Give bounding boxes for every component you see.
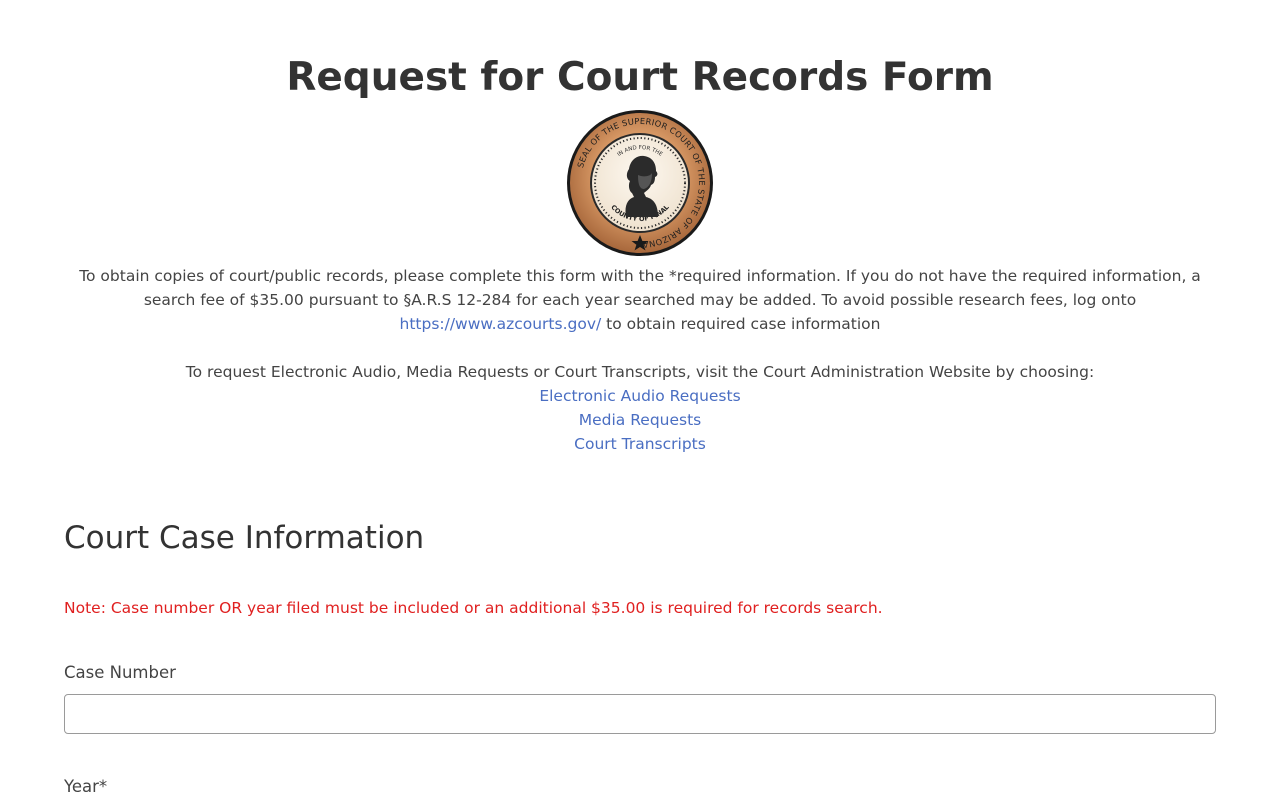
search-fee-note: Note: Case number OR year filed must be …	[64, 599, 883, 617]
intro-paragraph: To obtain copies of court/public records…	[64, 264, 1216, 336]
case-number-label: Case Number	[64, 663, 176, 682]
page-title: Request for Court Records Form	[286, 55, 994, 100]
media-requests-link[interactable]: Media Requests	[579, 411, 702, 429]
azcourts-link[interactable]: https://www.azcourts.gov/	[400, 315, 602, 333]
section-title-court-case-information: Court Case Information	[64, 520, 425, 556]
court-seal-icon: SEAL OF THE SUPERIOR COURT OF THE STATE …	[567, 110, 713, 256]
intro-text-part1: To obtain copies of court/public records…	[79, 267, 1201, 309]
electronic-audio-requests-link[interactable]: Electronic Audio Requests	[539, 387, 740, 405]
year-label: Year*	[64, 777, 108, 796]
page: Request for Court Records Form SEAL OF T…	[0, 0, 1280, 800]
court-transcripts-link[interactable]: Court Transcripts	[574, 435, 706, 453]
admin-links-block: To request Electronic Audio, Media Reque…	[64, 360, 1216, 456]
case-number-input[interactable]	[64, 694, 1216, 734]
intro-text-part2: to obtain required case information	[601, 315, 881, 333]
admin-links-text: To request Electronic Audio, Media Reque…	[185, 363, 1095, 381]
